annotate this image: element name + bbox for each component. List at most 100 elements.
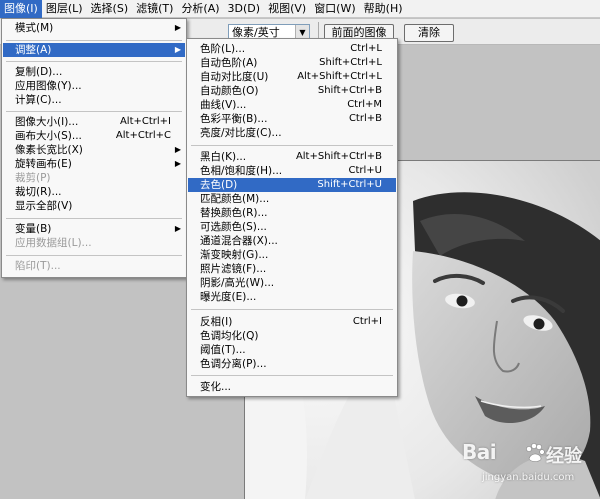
menu-item-label: 显示全部(V): [15, 200, 73, 212]
menu-item-photo-filter[interactable]: 照片滤镜(F)...: [188, 262, 396, 276]
menu-filter[interactable]: 滤镜(T): [132, 0, 177, 18]
menu-item-shortcut: Ctrl+M: [347, 99, 382, 110]
baidu-watermark: Bai 经验 jingyan.baidu.com: [462, 440, 600, 496]
menu-separator: [6, 218, 182, 219]
menu-item-label: 自动对比度(U): [200, 71, 269, 83]
menu-item-shortcut: Alt+Ctrl+C: [115, 130, 171, 141]
menu-item-label: 曝光度(E)...: [200, 291, 257, 303]
menu-item-label: 应用图像(Y)...: [15, 80, 82, 92]
menu-separator: [191, 145, 393, 146]
menu-item-label: 阴影/高光(W)...: [200, 277, 275, 289]
menu-item-rotate-canvas[interactable]: 旋转画布(E) ▶: [3, 157, 185, 171]
menu-item-label: 色相/饱和度(H)...: [200, 165, 283, 177]
menu-item-auto-contrast[interactable]: 自动对比度(U) Alt+Shift+Ctrl+L: [188, 70, 396, 84]
menu-item-label: 色阶(L)...: [200, 43, 246, 55]
menu-item-channel-mixer[interactable]: 通道混合器(X)...: [188, 234, 396, 248]
menu-item-levels[interactable]: 色阶(L)... Ctrl+L: [188, 42, 396, 56]
paw-logo-icon: [526, 443, 545, 462]
menu-item-label: 色彩平衡(B)...: [200, 113, 268, 125]
menu-item-mode[interactable]: 模式(M) ▶: [3, 21, 185, 35]
menu-item-apply-image[interactable]: 应用图像(Y)...: [3, 79, 185, 93]
menu-item-trap: 陷印(T)...: [3, 259, 185, 273]
menu-item-label: 阈值(T)...: [200, 344, 246, 356]
menu-item-posterize[interactable]: 色调分离(P)...: [188, 357, 396, 371]
menu-item-label: 复制(D)...: [15, 66, 63, 78]
clear-button[interactable]: 清除: [404, 24, 454, 42]
menu-item-apply-data-set: 应用数据组(L)...: [3, 236, 185, 250]
submenu-arrow-icon: ▶: [174, 145, 181, 154]
menu-item-threshold[interactable]: 阈值(T)...: [188, 343, 396, 357]
menu-item-label: 可选颜色(S)...: [200, 221, 267, 233]
menu-item-adjust[interactable]: 调整(A) ▶: [3, 43, 185, 57]
menu-item-hue-saturation[interactable]: 色相/饱和度(H)... Ctrl+U: [188, 164, 396, 178]
menu-item-invert[interactable]: 反相(I) Ctrl+I: [188, 315, 396, 329]
menu-item-replace-color[interactable]: 替换颜色(R)...: [188, 206, 396, 220]
menu-item-shortcut: Ctrl+B: [348, 113, 382, 124]
menu-item-shadows-highlights[interactable]: 阴影/高光(W)...: [188, 276, 396, 290]
menu-item-shortcut: Ctrl+U: [348, 165, 383, 176]
menu-help[interactable]: 帮助(H): [360, 0, 407, 18]
menu-item-variations[interactable]: 变化...: [188, 380, 396, 394]
menu-item-label: 色调分离(P)...: [200, 358, 267, 370]
menu-item-match-color[interactable]: 匹配颜色(M)...: [188, 192, 396, 206]
menu-item-curves[interactable]: 曲线(V)... Ctrl+M: [188, 98, 396, 112]
submenu-arrow-icon: ▶: [174, 23, 181, 32]
menu-select[interactable]: 选择(S): [87, 0, 133, 18]
menu-item-shortcut: Shift+Ctrl+B: [317, 85, 382, 96]
menu-item-variables[interactable]: 变量(B) ▶: [3, 222, 185, 236]
menu-item-canvas-size[interactable]: 画布大小(S)... Alt+Ctrl+C: [3, 129, 185, 143]
menu-item-reveal-all[interactable]: 显示全部(V): [3, 199, 185, 213]
watermark-brand-right: 经验: [546, 446, 582, 467]
menu-item-label: 黑白(K)...: [200, 151, 247, 163]
menu-item-image-size[interactable]: 图像大小(I)... Alt+Ctrl+I: [3, 115, 185, 129]
menu-item-trim[interactable]: 裁切(R)...: [3, 185, 185, 199]
menu-item-label: 图像大小(I)...: [15, 116, 79, 128]
menu-item-shortcut: Shift+Ctrl+U: [317, 179, 382, 190]
menu-separator: [6, 61, 182, 62]
menu-item-label: 亮度/对比度(C)...: [200, 127, 282, 139]
menu-item-label: 替换颜色(R)...: [200, 207, 268, 219]
menu-separator: [6, 255, 182, 256]
menu-item-exposure[interactable]: 曝光度(E)...: [188, 290, 396, 304]
menu-item-auto-color[interactable]: 自动颜色(O) Shift+Ctrl+B: [188, 84, 396, 98]
menu-item-shortcut: Alt+Ctrl+I: [119, 116, 171, 127]
menu-item-label: 色调均化(Q): [200, 330, 259, 342]
menu-3d[interactable]: 3D(D): [224, 0, 265, 18]
menu-analysis[interactable]: 分析(A): [177, 0, 223, 18]
menu-item-shortcut: Alt+Shift+Ctrl+L: [297, 71, 382, 82]
menu-item-label: 裁剪(P): [15, 172, 51, 184]
menu-item-label: 通道混合器(X)...: [200, 235, 278, 247]
menu-item-brightness-contrast[interactable]: 亮度/对比度(C)...: [188, 126, 396, 140]
menu-item-label: 旋转画布(E): [15, 158, 72, 170]
submenu-arrow-icon: ▶: [174, 45, 181, 54]
menu-separator: [191, 309, 393, 310]
submenu-arrow-icon: ▶: [174, 224, 181, 233]
menu-item-pixel-aspect-ratio[interactable]: 像素长宽比(X) ▶: [3, 143, 185, 157]
menu-item-label: 画布大小(S)...: [15, 130, 82, 142]
menu-item-label: 模式(M): [15, 22, 54, 34]
menu-separator: [6, 40, 182, 41]
menu-item-duplicate[interactable]: 复制(D)...: [3, 65, 185, 79]
watermark-brand-left: Bai: [462, 440, 497, 464]
menu-item-desaturate[interactable]: 去色(D) Shift+Ctrl+U: [188, 178, 396, 192]
menu-item-shortcut: Ctrl+I: [352, 316, 382, 327]
menu-item-label: 反相(I): [200, 316, 233, 328]
menu-item-calculations[interactable]: 计算(C)...: [3, 93, 185, 107]
menu-view[interactable]: 视图(V): [264, 0, 310, 18]
menu-item-label: 变化...: [200, 381, 232, 393]
menu-image[interactable]: 图像(I): [0, 0, 42, 18]
menu-separator: [6, 111, 182, 112]
submenu-arrow-icon: ▶: [174, 159, 181, 168]
menu-item-label: 像素长宽比(X): [15, 144, 83, 156]
menu-layer[interactable]: 图层(L): [42, 0, 87, 18]
menu-item-auto-levels[interactable]: 自动色阶(A) Shift+Ctrl+L: [188, 56, 396, 70]
menu-item-color-balance[interactable]: 色彩平衡(B)... Ctrl+B: [188, 112, 396, 126]
menu-separator: [191, 375, 393, 376]
menu-item-gradient-map[interactable]: 渐变映射(G)...: [188, 248, 396, 262]
menu-item-equalize[interactable]: 色调均化(Q): [188, 329, 396, 343]
menu-item-label: 变量(B): [15, 223, 52, 235]
menu-item-selective-color[interactable]: 可选颜色(S)...: [188, 220, 396, 234]
menu-item-black-white[interactable]: 黑白(K)... Alt+Shift+Ctrl+B: [188, 150, 396, 164]
menu-window[interactable]: 窗口(W): [310, 0, 359, 18]
menu-item-label: 渐变映射(G)...: [200, 249, 269, 261]
